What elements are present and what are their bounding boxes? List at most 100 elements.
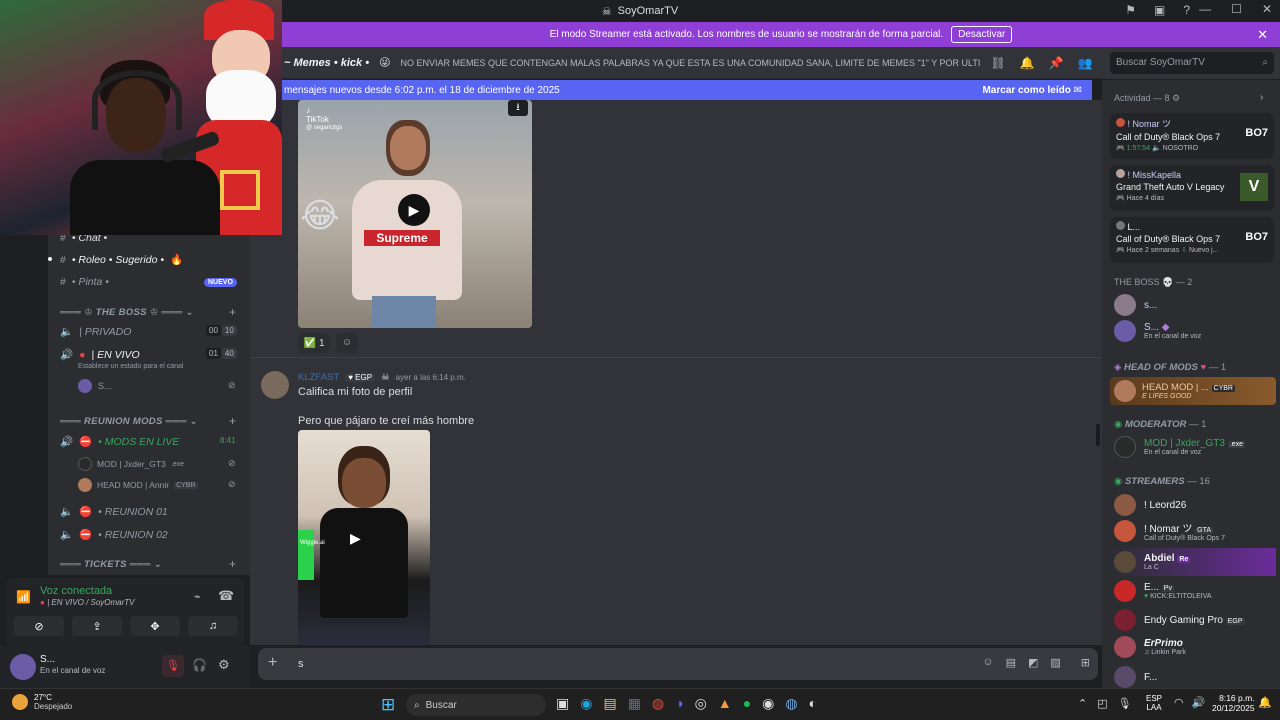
channel-topic[interactable]: NO ENVIAR MEMES QUE CONTENGAN MALAS PALA…	[401, 58, 981, 68]
member-item[interactable]: MOD | Jxder_GT3 .exe En el canal de voz	[1114, 436, 1245, 458]
author-name[interactable]: KLZFAST	[298, 372, 339, 383]
video-attachment[interactable]: ♪ TikTok @ segaricitgs ⭳ Supreme 😂 ▶	[298, 100, 532, 328]
disconnect-icon[interactable]: ☎	[218, 588, 234, 604]
image-icon[interactable]: ▨	[1050, 656, 1060, 669]
flag-icon[interactable]: ⚑	[1125, 3, 1136, 17]
tray-chevron-icon[interactable]: ⌃	[1078, 697, 1087, 710]
avatar[interactable]	[261, 371, 289, 399]
edge-icon[interactable]: ◉	[580, 695, 592, 712]
category-tickets[interactable]: ═══ TICKETS ═══ ⌄	[60, 559, 162, 570]
gif-icon[interactable]: ▤	[1006, 656, 1016, 669]
soundboard-button[interactable]: ♫	[188, 616, 238, 636]
user-name[interactable]: S...	[40, 654, 55, 665]
volume-icon[interactable]: 🔊	[1192, 696, 1206, 709]
activity-card[interactable]: ! Nomar ツ Call of Duty® Black Ops 7 🎮 1:…	[1110, 113, 1274, 159]
scrollbar[interactable]	[1096, 424, 1100, 446]
settings-icon[interactable]: ⚙	[218, 657, 230, 673]
add-channel-icon[interactable]: +	[229, 305, 236, 319]
activity-header[interactable]: Actividad — 8 ⚙	[1114, 93, 1180, 104]
mark-read-button[interactable]: Marcar como leído ✉	[982, 85, 1082, 96]
channel-pinta[interactable]: # • Pinta • NUEVO	[60, 276, 237, 288]
screenshare-button[interactable]: ⇪	[72, 616, 122, 636]
activity-card[interactable]: L... Call of Duty® Black Ops 7 🎮 Hace 2 …	[1110, 217, 1274, 263]
avatar[interactable]	[10, 654, 36, 680]
taskbar-search[interactable]: ⌕ Buscar	[406, 694, 546, 716]
message-input[interactable]: + s ☺ ▤ ◩ ▨ ⊞	[258, 648, 1098, 680]
close-icon[interactable]: ✕	[1257, 27, 1268, 43]
member-item[interactable]: Endy Gaming Pro EGP	[1114, 609, 1245, 631]
member-item[interactable]: s...	[1114, 294, 1157, 316]
voice-user-mod[interactable]: MOD | Jxder_GT3 .exe	[78, 457, 184, 471]
threads-icon[interactable]: ⛓	[991, 56, 1006, 70]
member-item[interactable]: F...	[1114, 666, 1157, 688]
add-channel-icon[interactable]: +	[229, 557, 236, 571]
add-channel-icon[interactable]: +	[229, 414, 236, 428]
steam-client-icon[interactable]: ◍	[785, 695, 797, 712]
store-icon[interactable]: ▦	[628, 695, 641, 712]
voice-reunion-01[interactable]: 🔈 ⛔ • REUNION 01	[60, 505, 168, 519]
chrome-icon[interactable]: ◍	[652, 695, 664, 712]
channel-roleo[interactable]: # • Roleo • Sugerido • 🔥	[60, 253, 183, 267]
play-icon[interactable]: ▶	[398, 194, 430, 226]
members-icon[interactable]: 👥	[1078, 56, 1093, 70]
explorer-icon[interactable]: ▤	[603, 695, 616, 712]
minimize-button[interactable]: —	[1199, 2, 1211, 16]
add-attachment-icon[interactable]: +	[268, 654, 277, 672]
category-reunion[interactable]: ═══ REUNION MODS ═══ ⌄	[60, 416, 198, 427]
inbox-icon[interactable]: ▣	[1154, 3, 1165, 17]
weather-widget[interactable]: 27°C Despejado	[12, 693, 72, 711]
download-icon[interactable]: ⭳	[508, 100, 528, 116]
notification-icon[interactable]: 🔔	[1258, 696, 1272, 709]
member-item[interactable]: ! Nomar ツ GTA Call of Duty® Black Ops 7	[1114, 520, 1225, 542]
deactivate-button[interactable]: Desactivar	[951, 26, 1013, 43]
voice-privado[interactable]: 🔈 | PRIVADO	[60, 325, 131, 339]
apps-icon[interactable]: ⊞	[1081, 656, 1090, 669]
voice-channel[interactable]: ● | EN VIVO / SoyOmarTV	[40, 598, 135, 607]
help-icon[interactable]: ?	[1183, 3, 1190, 17]
language-indicator[interactable]: ESP LAA	[1146, 694, 1162, 712]
maximize-button[interactable]: ☐	[1231, 2, 1242, 16]
app-icon[interactable]: ▲	[718, 695, 732, 712]
voice-status[interactable]: Voz conectada	[40, 585, 112, 597]
steam-icon[interactable]: ◉	[762, 695, 774, 712]
camera-off-button[interactable]: ⊘	[14, 616, 64, 636]
voice-reunion-02[interactable]: 🔈 ⛔ • REUNION 02	[60, 528, 168, 542]
github-icon[interactable]: ◐	[809, 695, 817, 712]
voice-user[interactable]: S...	[78, 379, 112, 393]
windows-start-icon[interactable]: ⊞	[381, 695, 395, 715]
activities-button[interactable]: ✥	[130, 616, 180, 636]
member-item[interactable]: ! Leord26	[1114, 494, 1186, 516]
clock[interactable]: 8:16 p.m. 20/12/2025	[1212, 693, 1255, 713]
task-view-icon[interactable]: ▣	[556, 695, 569, 712]
pin-icon[interactable]: 📌	[1049, 56, 1064, 70]
add-reaction-button[interactable]: ☺	[336, 333, 358, 353]
activity-card[interactable]: ! MissKapella Grand Theft Auto V Legacy …	[1110, 165, 1274, 211]
chevron-right-icon[interactable]: ›	[1260, 92, 1263, 103]
wifi-icon[interactable]: ◠	[1174, 696, 1184, 709]
obs-icon[interactable]: ◎	[695, 695, 707, 712]
mic-muted-icon[interactable]: 🎙	[162, 655, 184, 677]
headphones-icon[interactable]: 🎧	[192, 658, 207, 672]
channel-status[interactable]: Establece un estado para el canal	[78, 363, 183, 370]
discord-icon[interactable]: ◑	[675, 695, 683, 712]
reaction-check[interactable]: ✅ 1	[298, 333, 330, 353]
member-item[interactable]: E... Pv ♥ KICK:ELTITOLEIVA	[1114, 580, 1212, 602]
search-input[interactable]: Buscar SoyOmarTV ⌕	[1110, 52, 1274, 74]
sticker-icon[interactable]: ◩	[1028, 656, 1038, 669]
new-messages-bar[interactable]: mensajes nuevos desde 6:02 p.m. el 18 de…	[282, 80, 1092, 100]
category-the-boss[interactable]: ═══ ♔ THE BOSS ♔ ═══ ⌄	[60, 307, 194, 318]
member-item[interactable]: ErPrimo ♫ Linkin Park	[1114, 636, 1186, 658]
voice-envivo[interactable]: 🔊 ● | EN VIVO	[60, 348, 140, 362]
member-item-headmod[interactable]: HEAD MOD | ... CYBR E LIFES GOOD	[1110, 377, 1276, 405]
emoji-button-icon[interactable]: ☺	[982, 656, 993, 669]
bell-icon[interactable]: 🔔	[1020, 56, 1035, 70]
noise-icon[interactable]: ⌁	[194, 590, 201, 603]
mic-tray-icon[interactable]: 🎙	[1118, 697, 1132, 710]
member-item[interactable]: Abdiel Re La C	[1110, 548, 1276, 576]
video-attachment-2[interactable]: Wiggle.ai ▶	[298, 430, 430, 645]
voice-user-headmod[interactable]: HEAD MOD | Annir CYBR	[78, 478, 198, 492]
voice-mods-live[interactable]: 🔊 ⛔ • MODS EN LIVE	[60, 435, 179, 449]
member-item[interactable]: S... ◆ En el canal de voz	[1114, 320, 1201, 342]
close-button[interactable]: ✕	[1262, 2, 1272, 16]
spotify-icon[interactable]: ●	[743, 695, 751, 712]
